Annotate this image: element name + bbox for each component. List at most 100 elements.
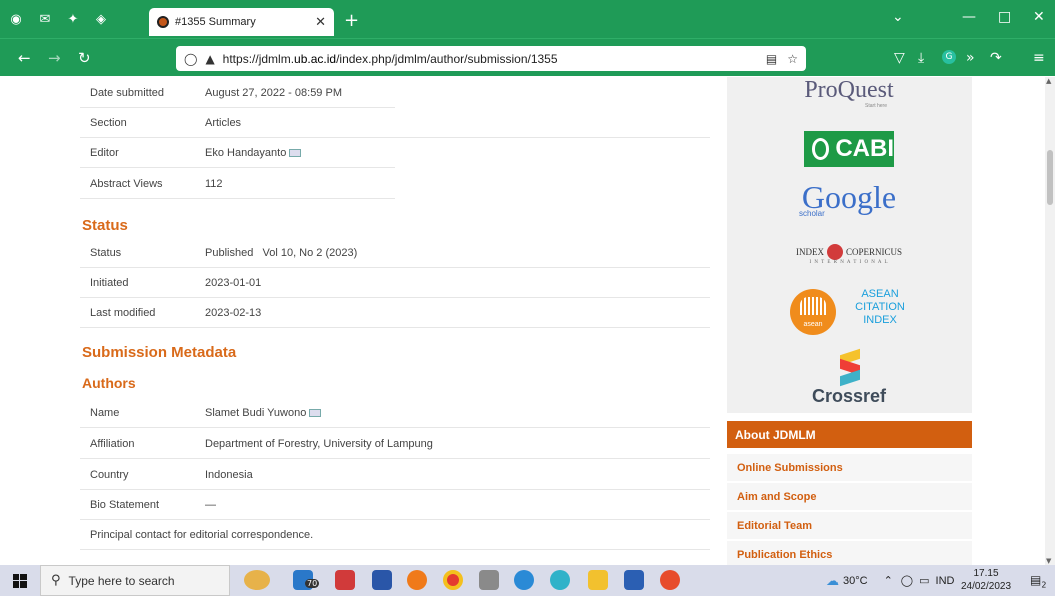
- system-tray: ☁ 30°C ⌃ ◯ ▭ IND: [826, 565, 954, 596]
- browser-nav-bar: ← → ↻ ◯ ▲ https://jdmlm.ub.ac.id/index.p…: [0, 38, 1055, 76]
- proquest-text: ProQuest: [804, 77, 894, 103]
- url-prefix: https://jdmlm.: [222, 51, 295, 66]
- author-name: Slamet Budi Yuwono: [205, 406, 307, 419]
- sidebar-link-aim-and-scope[interactable]: Aim and Scope: [727, 483, 972, 511]
- chrome-canary-icon[interactable]: [550, 570, 570, 590]
- address-bar[interactable]: ◯ ▲ https://jdmlm.ub.ac.id/index.php/jdm…: [176, 46, 806, 71]
- network-icon[interactable]: ◯: [901, 574, 913, 587]
- app-icon[interactable]: [479, 570, 499, 590]
- asean-citation-index-logo[interactable]: asean ASEAN CITATION INDEX: [790, 287, 920, 339]
- close-tab-icon[interactable]: ✕: [315, 15, 326, 30]
- more-tools-icon[interactable]: »: [966, 50, 975, 66]
- tracking-shield-icon[interactable]: ◯: [184, 52, 197, 66]
- row-editor: Editor Eko Handayanto: [80, 138, 395, 168]
- index-copernicus-logo[interactable]: INDEX COPERNICUS I N T E R N A T I O N A…: [779, 244, 919, 265]
- cabi-circle-icon: [812, 138, 830, 160]
- page-scrollbar[interactable]: ▲ ▼: [1045, 77, 1055, 565]
- about-jdmlm-heading: About JDMLM: [727, 421, 972, 448]
- crossref-logo[interactable]: Crossref: [799, 348, 899, 407]
- page-content: Date submitted August 27, 2022 - 08:59 P…: [0, 77, 1045, 565]
- weather-app-icon[interactable]: 70: [293, 570, 320, 590]
- authors-heading: Authors: [82, 375, 136, 391]
- share-icon[interactable]: ↷: [990, 50, 1002, 66]
- shield-icon[interactable]: ◈: [92, 10, 110, 28]
- email-editor-icon[interactable]: [289, 148, 302, 157]
- reader-view-icon[interactable]: ▤: [766, 52, 777, 66]
- cloud-icon[interactable]: ☁: [826, 573, 839, 589]
- row-author-name: Name Slamet Budi Yuwono: [80, 398, 710, 428]
- search-highlight-icon[interactable]: [244, 570, 270, 590]
- index-sub-text: INDEX: [863, 314, 897, 326]
- scroll-down-icon[interactable]: ▼: [1046, 557, 1051, 565]
- scrollbar-thumb[interactable]: [1047, 150, 1053, 205]
- clock[interactable]: 17.15 24/02/2023: [955, 567, 1017, 593]
- row-country: Country Indonesia: [80, 460, 710, 490]
- chrome-icon[interactable]: [443, 570, 463, 590]
- word-icon[interactable]: [624, 570, 644, 590]
- scroll-up-icon[interactable]: ▲: [1046, 77, 1051, 85]
- extension-icon[interactable]: ◉: [7, 10, 25, 28]
- row-value: Articles: [205, 116, 242, 129]
- task-view-icon[interactable]: [372, 570, 392, 590]
- row-value: 112: [205, 177, 223, 190]
- grammarly-icon[interactable]: G: [942, 50, 956, 64]
- email-author-icon[interactable]: [309, 408, 322, 417]
- lock-icon[interactable]: ▲: [205, 52, 214, 66]
- app-icon-2[interactable]: [660, 570, 680, 590]
- language-indicator[interactable]: IND: [936, 575, 955, 587]
- status-heading: Status: [82, 217, 128, 234]
- asean-text: ASEAN: [861, 288, 899, 300]
- edge-icon[interactable]: [514, 570, 534, 590]
- international-text: I N T E R N A T I O N A L: [809, 260, 889, 265]
- row-label: Initiated: [90, 276, 129, 289]
- browser-tab-bar: ◉ ✉ ✦ ◈ #1355 Summary ✕ + ⌄ — □ ✕: [0, 0, 1055, 38]
- row-bio-statement: Bio Statement —: [80, 490, 710, 520]
- url-host: ub.ac.id: [294, 51, 337, 66]
- crossref-text: Crossref: [811, 386, 887, 406]
- mail-extension-icon[interactable]: ✉: [36, 10, 54, 28]
- row-last-modified: Last modified 2023-02-13: [80, 298, 710, 328]
- file-explorer-icon[interactable]: [588, 570, 608, 590]
- sidebar-link-online-submissions[interactable]: Online Submissions: [727, 454, 972, 482]
- back-icon[interactable]: ←: [18, 49, 31, 67]
- url-text[interactable]: https://jdmlm.ub.ac.id/index.php/jdmlm/a…: [223, 52, 756, 66]
- reload-icon[interactable]: ↻: [78, 49, 91, 67]
- row-affiliation: Affiliation Department of Forestry, Univ…: [80, 429, 710, 459]
- bookmark-star-icon[interactable]: ☆: [787, 52, 798, 66]
- row-label: Bio Statement: [90, 498, 160, 511]
- google-scholar-logo[interactable]: Google scholar: [789, 179, 909, 218]
- forward-icon[interactable]: →: [48, 49, 61, 67]
- chevron-up-icon[interactable]: ⌃: [884, 574, 893, 587]
- downloads-icon[interactable]: ⤓: [918, 50, 924, 66]
- tab-list-icon[interactable]: ⌄: [892, 9, 904, 25]
- url-path: /index.php/jdmlm/author/submission/1355: [336, 51, 558, 66]
- taskbar-search-box[interactable]: ⚲ Type here to search: [40, 565, 230, 596]
- minimize-icon[interactable]: —: [962, 9, 976, 25]
- copernicus-swirl-icon: [826, 244, 843, 260]
- asean-emblem-icon: asean: [790, 289, 836, 335]
- pocket-icon[interactable]: ▽: [894, 50, 905, 66]
- puzzle-icon[interactable]: ✦: [64, 10, 82, 28]
- editor-name: Eko Handayanto: [205, 146, 287, 159]
- site-favicon-icon: [157, 16, 169, 28]
- proquest-subtext: Start here: [865, 103, 887, 109]
- cabi-logo[interactable]: CABI: [804, 131, 894, 167]
- row-label: Editor: [90, 146, 119, 159]
- close-window-icon[interactable]: ✕: [1033, 9, 1045, 25]
- sidebar-link-publication-ethics[interactable]: Publication Ethics: [727, 541, 972, 565]
- new-tab-icon[interactable]: +: [344, 10, 359, 31]
- battery-icon[interactable]: ▭: [919, 574, 929, 587]
- proquest-logo[interactable]: ProQuest Start here: [799, 77, 899, 109]
- start-button[interactable]: [0, 565, 40, 596]
- notification-icon[interactable]: ▤2: [1030, 573, 1046, 589]
- sidebar-link-editorial-team[interactable]: Editorial Team: [727, 512, 972, 540]
- firefox-icon[interactable]: [407, 570, 427, 590]
- weather-temp[interactable]: 30°C: [843, 575, 868, 587]
- menu-icon[interactable]: ≡: [1033, 50, 1045, 66]
- browser-tab[interactable]: #1355 Summary ✕: [149, 8, 334, 36]
- row-date-submitted: Date submitted August 27, 2022 - 08:59 P…: [80, 78, 395, 108]
- clock-date: 24/02/2023: [960, 581, 1012, 592]
- row-value: August 27, 2022 - 08:59 PM: [205, 86, 342, 99]
- maximize-icon[interactable]: □: [998, 9, 1011, 25]
- news-app-icon[interactable]: [335, 570, 355, 590]
